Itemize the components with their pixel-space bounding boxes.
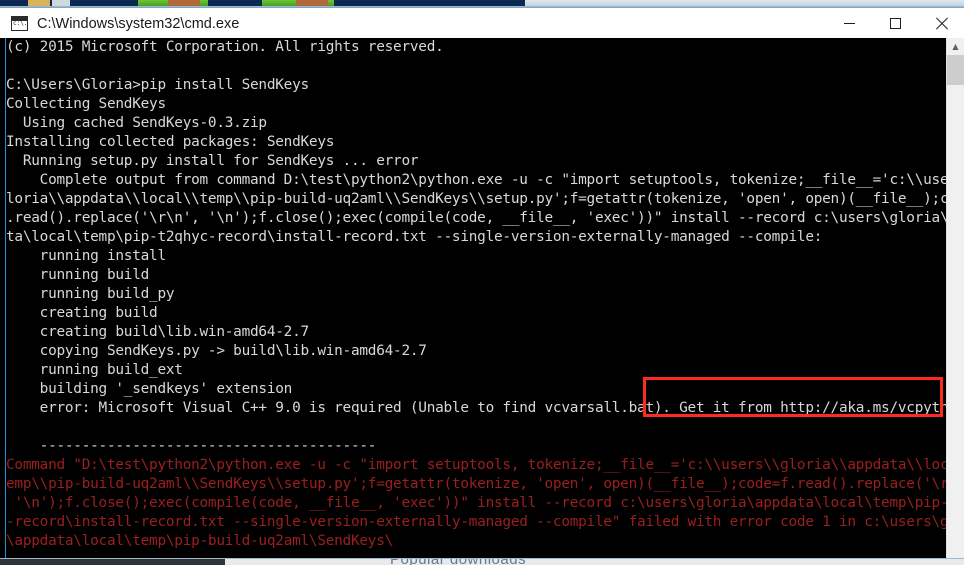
console-line: -record\install-record.txt --single-vers… <box>6 514 964 530</box>
browser-tile-1 <box>28 0 50 7</box>
close-button[interactable] <box>918 8 964 39</box>
console-left-edge <box>5 38 6 558</box>
maximize-button[interactable] <box>872 8 918 39</box>
console-line: '\n');f.close();exec(compile(code, __fil… <box>6 495 964 511</box>
window-title: C:\Windows\system32\cmd.exe <box>37 15 240 32</box>
console-line: copying SendKeys.py -> build\lib.win-amd… <box>6 343 427 359</box>
console-line: running build_ext <box>6 362 183 378</box>
console-output-area[interactable]: (c) 2015 Microsoft Corporation. All righ… <box>0 38 964 558</box>
browser-tab-strip <box>0 0 525 7</box>
browser-tile-4 <box>168 0 200 7</box>
minimize-icon <box>843 23 855 24</box>
console-line: loria\\appdata\\local\\temp\\pip-build-u… <box>6 191 964 207</box>
console-line: ---------------------------------------- <box>6 438 377 454</box>
maximize-icon <box>889 18 901 29</box>
console-line: creating build <box>6 305 158 321</box>
console-line: \appdata\local\temp\pip-build-uq2aml\Sen… <box>6 533 394 549</box>
console-line: ta\local\temp\pip-t2qhyc-record\install-… <box>6 229 823 245</box>
cmd-window: C:\Windows\system32\cmd.exe (c) 2015 Mic… <box>0 7 964 558</box>
console-line: running build <box>6 267 150 283</box>
console-line: Collecting SendKeys <box>6 96 166 112</box>
console-scrollbar[interactable]: ▲ <box>946 38 964 558</box>
console-text-content: (c) 2015 Microsoft Corporation. All righ… <box>6 38 964 551</box>
browser-tile-6 <box>296 0 328 7</box>
console-line: Command "D:\test\python2\python.exe -u -… <box>6 457 964 473</box>
close-icon <box>935 17 948 30</box>
minimize-button[interactable] <box>826 8 872 39</box>
console-line: error: Microsoft Visual C++ 9.0 is requi… <box>6 400 964 416</box>
console-line: (c) 2015 Microsoft Corporation. All righ… <box>6 39 444 55</box>
scrollbar-up-arrow-icon[interactable]: ▲ <box>947 38 964 55</box>
console-line: emp\\pip-build-uq2aml\\SendKeys\\setup.p… <box>6 476 964 492</box>
screen: Popular downloads 中文中文中文 C:\Windows\syst… <box>0 0 964 565</box>
window-controls <box>826 8 964 39</box>
console-line: building '_sendkeys' extension <box>6 381 293 397</box>
console-line: Running setup.py install for SendKeys ..… <box>6 153 419 169</box>
console-line: C:\Users\Gloria>pip install SendKeys <box>6 77 309 93</box>
console-line: .read().replace('\r\n', '\n');f.close();… <box>6 210 964 226</box>
cmd-icon <box>11 16 28 31</box>
console-line: Using cached SendKeys-0.3.zip <box>6 115 267 131</box>
scrollbar-thumb[interactable] <box>947 55 964 85</box>
console-line: creating build\lib.win-amd64-2.7 <box>6 324 310 340</box>
console-line: running install <box>6 248 166 264</box>
browser-tile-2 <box>52 0 70 7</box>
title-bar[interactable]: C:\Windows\system32\cmd.exe <box>0 7 964 39</box>
console-line: running build_py <box>6 286 175 302</box>
browser-toolbar-right <box>525 0 964 7</box>
console-line: Complete output from command D:\test\pyt… <box>6 172 964 188</box>
console-line: Installing collected packages: SendKeys <box>6 134 335 150</box>
